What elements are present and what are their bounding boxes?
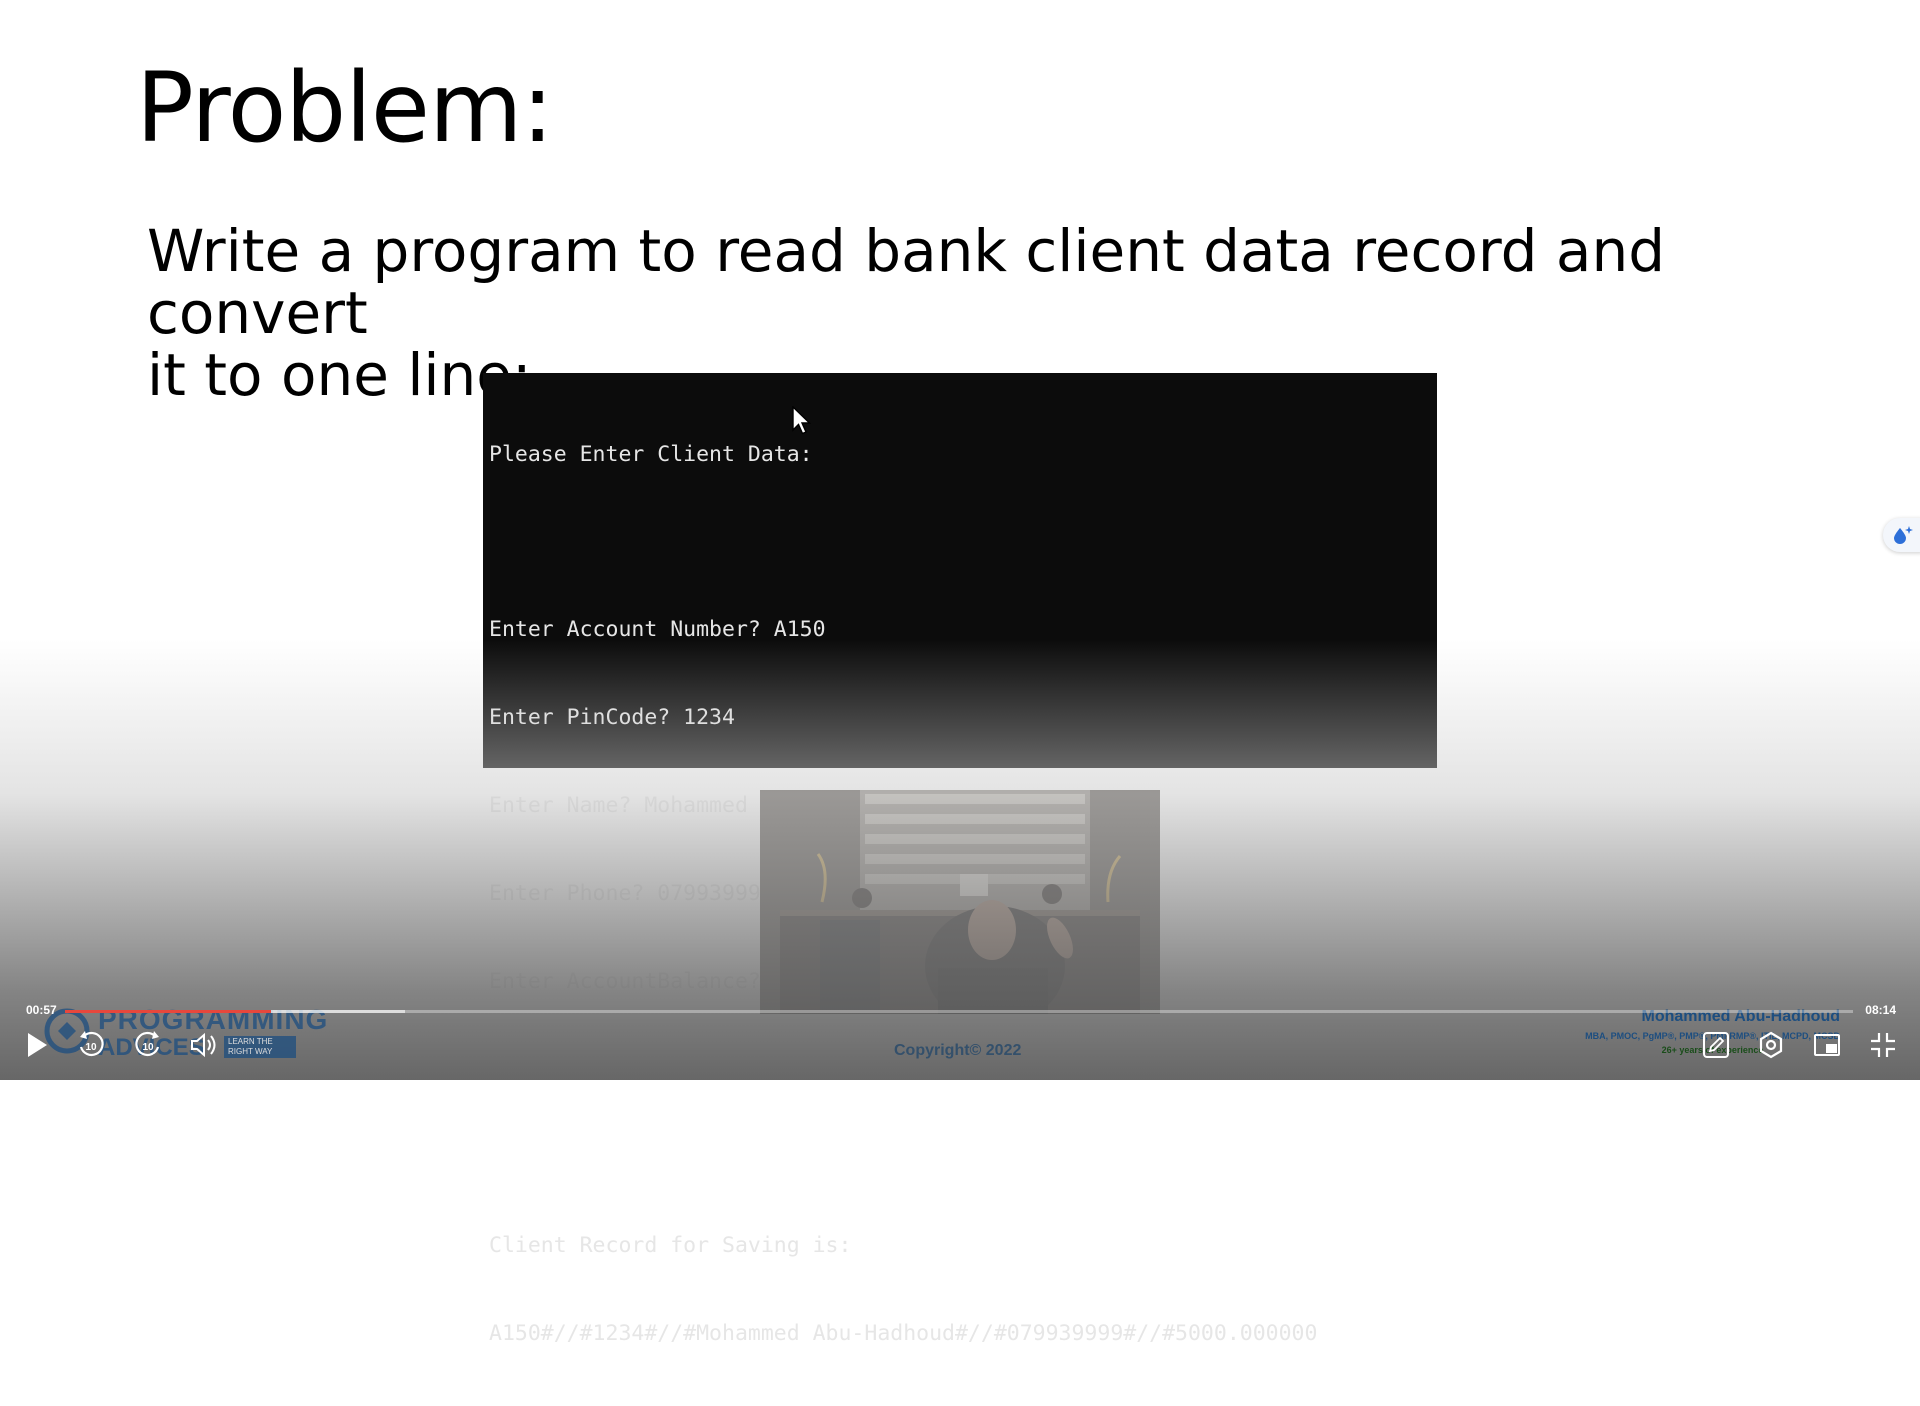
progress-bar[interactable] — [65, 1010, 1853, 1013]
statement-line-1: Write a program to read bank client data… — [147, 217, 1666, 347]
side-extension-widget[interactable] — [1883, 518, 1920, 552]
settings-button[interactable] — [1754, 1028, 1788, 1062]
rewind-10-label: 10 — [85, 1042, 97, 1053]
play-icon — [28, 1033, 47, 1057]
forward-10-button[interactable]: 10 — [131, 1028, 165, 1062]
exit-fullscreen-button[interactable] — [1866, 1028, 1900, 1062]
current-time: 00:57 — [26, 1003, 57, 1017]
rewind-10-button[interactable]: 10 — [74, 1028, 108, 1062]
settings-icon — [1759, 1031, 1783, 1059]
play-button[interactable] — [20, 1028, 54, 1062]
copyright-text: Copyright© 2022 — [894, 1042, 1022, 1059]
console-line: Client Record for Saving is: — [489, 1232, 852, 1258]
forward-10-label: 10 — [142, 1042, 154, 1053]
picture-in-picture-icon — [1814, 1034, 1840, 1056]
annotate-button[interactable] — [1699, 1028, 1733, 1062]
forward-10-icon: 10 — [135, 1031, 160, 1057]
presenter-webcam — [760, 790, 1160, 1014]
mouse-cursor-icon — [792, 406, 812, 435]
picture-in-picture-button[interactable] — [1810, 1028, 1844, 1062]
slide: Problem: Write a program to read bank cl… — [0, 0, 1920, 1346]
sparkle-drop-icon — [1894, 526, 1913, 544]
statement-line-2: it to one line: — [147, 341, 532, 409]
console-line: Please Enter Client Data: — [489, 441, 813, 467]
logo-tagline: LEARN THE RIGHT WAY — [224, 1036, 296, 1058]
volume-icon — [191, 1032, 216, 1058]
slide-title: Problem: — [136, 52, 554, 164]
total-time: 08:14 — [1865, 1003, 1896, 1017]
volume-button[interactable] — [187, 1028, 221, 1062]
console-output: Please Enter Client Data: Enter Account … — [483, 373, 1437, 1346]
presenter-video-frame — [760, 790, 1160, 1014]
console-line: Enter PinCode? 1234 — [489, 705, 735, 731]
pencil-icon — [1703, 1032, 1729, 1058]
exit-fullscreen-icon — [1871, 1033, 1895, 1057]
rewind-10-icon: 10 — [79, 1031, 104, 1057]
progress-played — [65, 1010, 271, 1013]
console-line: A150#//#1234#//#Mohammed Abu-Hadhoud#//#… — [489, 1320, 1318, 1346]
console-line: Enter Account Number? A150 — [489, 617, 826, 643]
